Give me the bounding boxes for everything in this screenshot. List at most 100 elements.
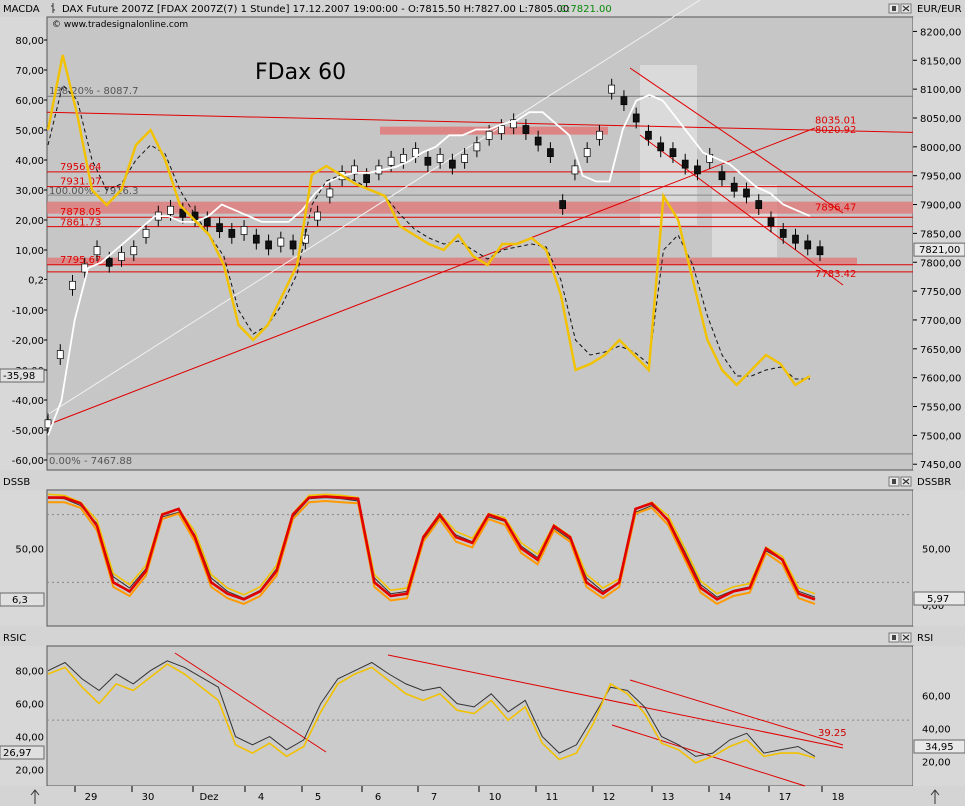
candle-body-37: [498, 125, 505, 134]
candle-body-56: [730, 182, 738, 192]
candle-body-59: [767, 217, 775, 227]
candle-body-22: [314, 211, 321, 221]
price-right-tick-6: 7900,00: [920, 201, 961, 212]
price-left-tick-6: 20,00: [15, 216, 44, 227]
candle-body-34: [461, 153, 468, 163]
candle-body-49: [645, 130, 652, 140]
candle-body-33: [449, 159, 456, 169]
candle-body-1: [56, 350, 64, 359]
price-left-tick-8: 0,2: [28, 275, 44, 286]
price-left-tick-7: 10,00: [15, 246, 44, 257]
price-right-tick-4: 8000,00: [920, 143, 961, 154]
rsi-right-marker: 34,95: [925, 742, 954, 753]
rsi-right-tick-0: 60,00: [922, 692, 951, 703]
candle-body-61: [792, 234, 799, 244]
x-tick-label-12: 17: [779, 792, 792, 803]
chart-label-fdax: FDax 60: [255, 60, 346, 85]
candle-body-41: [547, 148, 554, 158]
x-tick-label-0: 29: [85, 792, 98, 803]
x-tick-label-7: 10: [489, 792, 502, 803]
candle-body-46: [608, 84, 616, 94]
candle-body-28: [387, 156, 395, 166]
rsi-left-tick-0: 80,00: [15, 667, 44, 678]
dssbr-title: DSSBR: [917, 477, 951, 488]
candle-body-42: [559, 200, 567, 209]
candle-body-62: [804, 240, 812, 250]
price-left-tick-5: 30,00: [15, 186, 44, 197]
rsi-right-tick-2: 20,00: [922, 758, 951, 769]
candle-body-15: [228, 229, 236, 238]
candle-body-29: [400, 153, 407, 163]
x-tick-label-3: 4: [258, 792, 264, 803]
rsi-pin-icon[interactable]: [888, 632, 900, 643]
x-tick-label-6: 7: [431, 792, 437, 803]
rsi-value-label: 39.25: [818, 728, 847, 739]
dssb-header: [0, 472, 965, 490]
candle-body-43: [571, 165, 579, 175]
price-right-tick-3: 8050,00: [920, 114, 961, 125]
candle-body-16: [240, 226, 248, 235]
candle-body-50: [657, 142, 665, 152]
rsi-close-icon[interactable]: [900, 632, 912, 643]
candle-body-53: [694, 165, 701, 175]
price-right-tick-10: 7700,00: [920, 316, 961, 327]
price-left-tick-14: -60,00: [12, 456, 44, 467]
price-right-tick-2: 8100,00: [920, 85, 961, 96]
dssb-pin-icon[interactable]: [888, 476, 900, 487]
candle-body-26: [363, 174, 370, 183]
price-right-tick-12: 7600,00: [920, 374, 961, 385]
candle-body-4: [93, 246, 101, 256]
candle-body-31: [424, 156, 432, 166]
candle-body-10: [167, 205, 174, 215]
candle-body-40: [534, 136, 542, 146]
right-axis-header: EUR/EUR: [917, 4, 962, 15]
candle-body-58: [755, 200, 763, 209]
dssb-left-tick-0: 50,00: [15, 545, 44, 556]
price-right-tick-0: 8200,00: [920, 27, 961, 38]
candle-body-6: [118, 252, 125, 261]
dssb-left-marker: 6,3: [12, 595, 28, 606]
website-label: © www.tradesignalonline.com: [52, 20, 188, 30]
price-right-tick-7: 7850,00: [920, 229, 961, 240]
chart-canvas: MACDA DAX Future 2007Z [FDAX 2007Z(7) 1 …: [0, 0, 965, 806]
rsic-title: RSIC: [3, 633, 26, 644]
dssb-close-icon[interactable]: [900, 476, 912, 487]
x-tick-label-9: 12: [603, 792, 616, 803]
price-right-tick-9: 7750,00: [920, 287, 961, 298]
rsi-right-tick-1: 40,00: [922, 725, 951, 736]
candle-body-23: [326, 188, 334, 198]
candle-body-32: [436, 153, 444, 163]
price-left-tick-12: -40,00: [12, 396, 44, 407]
level-label-3: 7956.64: [60, 162, 101, 173]
level-label-10: 7783.42: [815, 269, 856, 280]
support-band: [47, 257, 857, 265]
dssb-right-tick-0: 50,00: [922, 545, 951, 556]
dssb-right-marker: 5,97: [927, 594, 949, 605]
price-right-marker: 7821,00: [919, 245, 960, 256]
level-label-8: 7861.73: [60, 218, 101, 229]
panel-title-left: MACDA: [3, 4, 40, 15]
pin-icon[interactable]: [888, 3, 900, 14]
rsi-left-tick-1: 60,00: [15, 700, 44, 711]
close-value-label: C:7821.00: [560, 4, 612, 15]
candle-body-47: [620, 96, 628, 106]
candle-body-2: [69, 280, 76, 290]
price-left-tick-10: -20,00: [12, 336, 44, 347]
candle-body-60: [779, 229, 787, 238]
price-left-marker: -35,98: [3, 371, 35, 382]
candle-body-52: [681, 159, 689, 169]
price-left-tick-1: 70,00: [15, 66, 44, 77]
candle-body-5: [105, 257, 113, 267]
price-left-tick-9: -10,00: [12, 306, 44, 317]
price-right-tick-8: 7800,00: [920, 258, 961, 269]
candle-body-39: [522, 125, 530, 134]
candle-body-51: [669, 148, 677, 158]
x-tick-label-2: Dez: [199, 792, 218, 803]
close-panel-icon[interactable]: [900, 3, 912, 14]
candle-body-57: [743, 188, 750, 198]
candle-body-20: [289, 240, 297, 250]
rsi-left-tick-3: 20,00: [15, 766, 44, 777]
rsi-header: [0, 628, 965, 646]
candle-body-7: [130, 246, 138, 256]
candle-body-18: [265, 240, 272, 250]
